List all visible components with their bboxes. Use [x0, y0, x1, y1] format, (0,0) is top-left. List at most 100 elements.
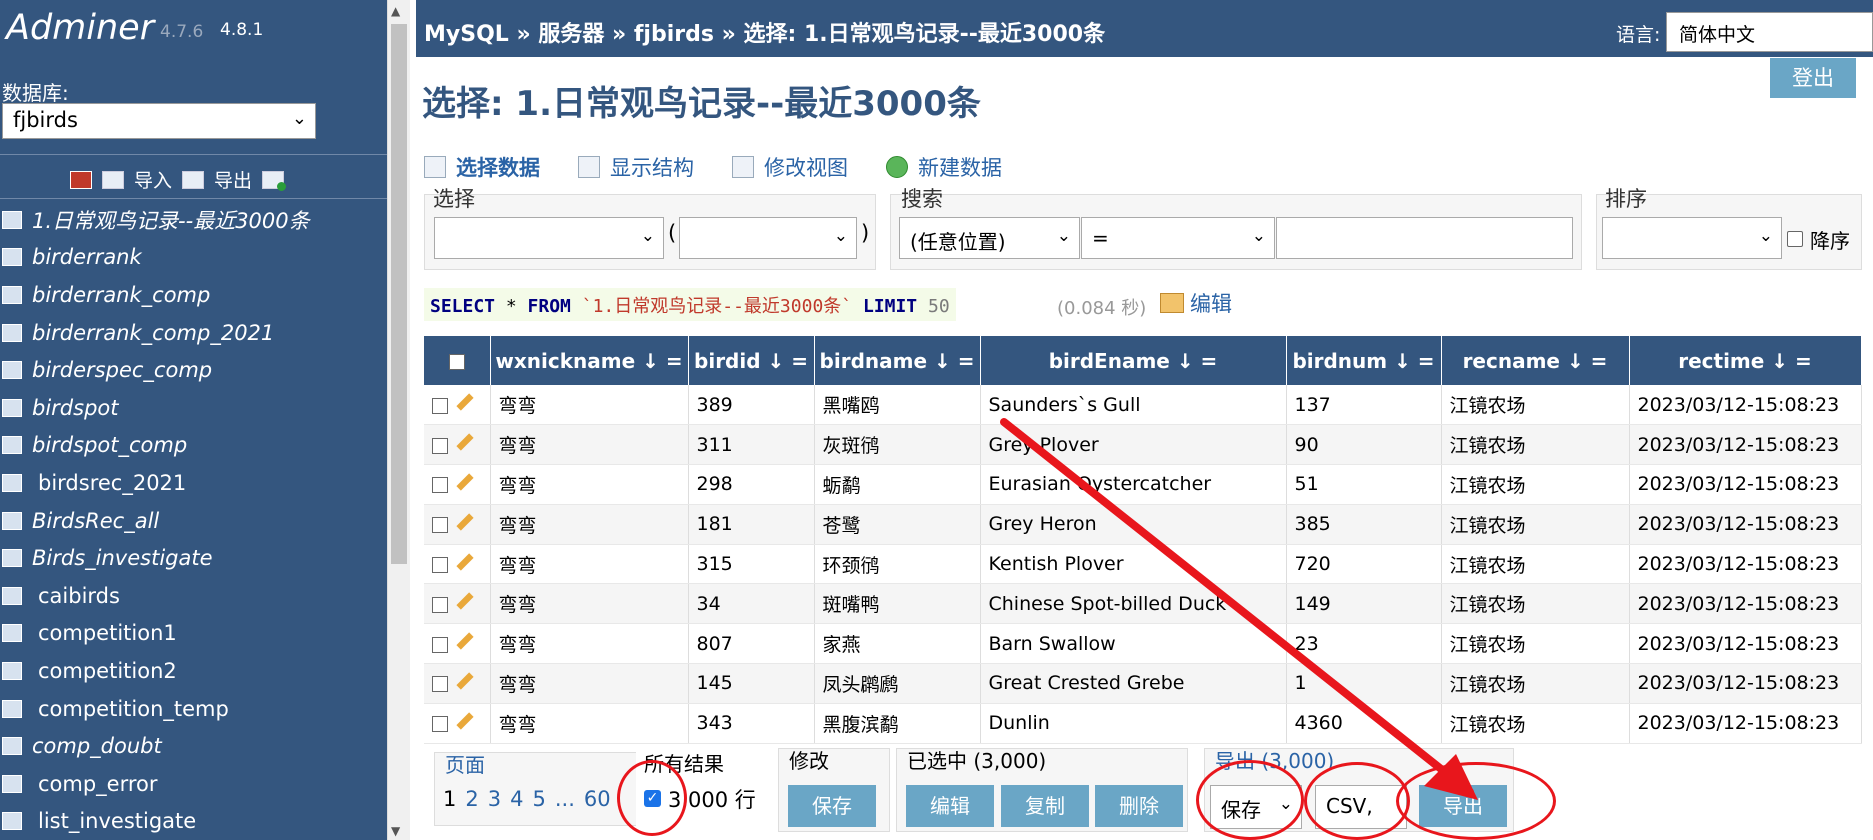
row-checkbox[interactable]	[432, 557, 448, 574]
table-name[interactable]: birderrank	[32, 245, 142, 269]
edit-selected-button[interactable]: 编辑	[906, 785, 994, 827]
table-icon[interactable]	[2, 285, 22, 304]
table-icon[interactable]	[2, 473, 22, 492]
sidebar-table-item[interactable]: competition1	[0, 615, 385, 653]
sidebar-table-item[interactable]: competition2	[0, 652, 385, 690]
scroll-down-icon[interactable]: ▼	[391, 824, 400, 838]
sidebar-table-item[interactable]: competition_temp	[0, 690, 385, 728]
table-icon[interactable]	[2, 210, 22, 229]
breadcrumb[interactable]: MySQL » 服务器 » fjbirds » 选择: 1.日常观鸟记录--最近…	[424, 16, 1105, 48]
import-link[interactable]: 导入	[134, 166, 172, 193]
table-icon[interactable]	[2, 661, 22, 680]
page-legend[interactable]: 页面	[443, 749, 487, 778]
sidebar-table-item[interactable]: Birds_investigate	[0, 539, 385, 577]
new-item-link[interactable]: 新建数据	[886, 152, 1002, 182]
page-link[interactable]: 60	[584, 787, 611, 811]
create-table-icon[interactable]	[262, 170, 287, 191]
search-column-select[interactable]: (任意位置) ⌄	[899, 217, 1080, 259]
sort-legend[interactable]: 排序	[1605, 183, 1647, 213]
search-value-input[interactable]	[1276, 217, 1573, 259]
scrollbar-thumb[interactable]	[391, 24, 407, 564]
table-name[interactable]: list_investigate	[38, 809, 196, 833]
select-function[interactable]: ⌄	[434, 217, 664, 259]
table-icon[interactable]	[2, 549, 22, 568]
table-name[interactable]: competition1	[38, 621, 177, 645]
scroll-up-icon[interactable]: ▲	[391, 4, 400, 18]
export-link[interactable]: 导出	[214, 166, 252, 193]
table-icon[interactable]	[2, 774, 22, 793]
alter-view-link[interactable]: 修改视图	[732, 152, 848, 182]
row-checkbox[interactable]	[432, 437, 448, 454]
save-button[interactable]: 保存	[788, 785, 876, 827]
row-checkbox[interactable]	[432, 477, 448, 494]
clone-selected-button[interactable]: 复制	[1001, 785, 1089, 827]
sql-command-icon[interactable]	[70, 170, 92, 189]
sidebar-table-item[interactable]: birdspot_comp	[0, 427, 385, 465]
edit-pencil-icon[interactable]	[456, 632, 474, 650]
row-checkbox[interactable]	[432, 596, 448, 613]
column-header[interactable]: birdid ↓ =	[688, 336, 815, 385]
edit-pencil-icon[interactable]	[456, 712, 474, 730]
table-name[interactable]: comp_doubt	[32, 734, 162, 758]
database-select[interactable]: fjbirds ⌄	[2, 103, 316, 139]
sidebar-table-item[interactable]: list_investigate	[0, 803, 385, 840]
table-name[interactable]: birderrank_comp	[32, 283, 210, 307]
sidebar-table-item[interactable]: comp_error	[0, 765, 385, 803]
table-name[interactable]: Birds_investigate	[32, 546, 213, 570]
sidebar-table-item[interactable]: caibirds	[0, 577, 385, 615]
sidebar-table-item[interactable]: birderrank_comp_2021	[0, 314, 385, 352]
table-icon[interactable]	[2, 586, 22, 605]
table-icon[interactable]	[2, 511, 22, 530]
table-icon[interactable]	[2, 436, 22, 455]
row-checkbox[interactable]	[432, 517, 448, 534]
version-new[interactable]: 4.8.1	[220, 20, 263, 40]
column-header[interactable]: wxnickname ↓ =	[490, 336, 689, 385]
table-name[interactable]: birderrank_comp_2021	[32, 321, 274, 345]
edit-pencil-icon[interactable]	[456, 592, 474, 610]
table-name[interactable]: competition2	[38, 659, 177, 683]
sidebar-table-item[interactable]: BirdsRec_all	[0, 502, 385, 540]
edit-pencil-icon[interactable]	[456, 473, 474, 491]
column-header[interactable]: birdnum ↓ =	[1286, 336, 1442, 385]
table-icon[interactable]	[2, 624, 22, 643]
table-name[interactable]: birdspot_comp	[32, 433, 187, 457]
show-structure-link[interactable]: 显示结构	[578, 152, 694, 182]
select-all-checkbox[interactable]	[448, 354, 465, 370]
adminer-logo[interactable]: Adminer	[6, 8, 154, 48]
page-link[interactable]: 2	[465, 787, 478, 811]
edit-pencil-icon[interactable]	[456, 672, 474, 690]
table-icon[interactable]	[2, 248, 22, 267]
sidebar-table-item[interactable]: birderspec_comp	[0, 351, 385, 389]
logout-button[interactable]: 登出	[1770, 58, 1856, 98]
edit-pencil-icon[interactable]	[456, 433, 474, 451]
sidebar-table-item[interactable]: birderrank	[0, 239, 385, 277]
delete-selected-button[interactable]: 删除	[1095, 785, 1183, 827]
table-icon[interactable]	[2, 323, 22, 342]
table-name[interactable]: birdsrec_2021	[38, 471, 186, 495]
sidebar-table-item[interactable]: birdspot	[0, 389, 385, 427]
table-icon[interactable]	[2, 737, 22, 756]
language-select[interactable]: 简体中文	[1666, 12, 1873, 52]
select-column[interactable]: ⌄	[679, 217, 857, 259]
row-checkbox[interactable]	[432, 676, 448, 693]
sidebar-table-item[interactable]: comp_doubt	[0, 727, 385, 765]
select-legend[interactable]: 选择	[433, 183, 475, 213]
table-name[interactable]: caibirds	[38, 584, 120, 608]
column-header[interactable]: birdEname ↓ =	[980, 336, 1287, 385]
page-link[interactable]: 3	[488, 787, 501, 811]
sort-column-select[interactable]: ⌄	[1602, 217, 1782, 259]
table-icon[interactable]	[2, 812, 22, 831]
sidebar-table-item[interactable]: birderrank_comp	[0, 276, 385, 314]
column-header[interactable]: birdname ↓ =	[814, 336, 981, 385]
table-icon[interactable]	[2, 398, 22, 417]
table-name[interactable]: birderspec_comp	[32, 358, 212, 382]
column-header[interactable]: recname ↓ =	[1441, 336, 1630, 385]
edit-pencil-icon[interactable]	[456, 513, 474, 531]
descending-checkbox[interactable]	[1787, 231, 1803, 247]
sidebar-table-item[interactable]: 1.日常观鸟记录--最近3000条	[0, 201, 385, 239]
table-name[interactable]: competition_temp	[38, 697, 229, 721]
page-link[interactable]: 4	[510, 787, 523, 811]
edit-pencil-icon[interactable]	[456, 393, 474, 411]
search-operator-select[interactable]: = ⌄	[1081, 217, 1275, 259]
column-header[interactable]: rectime ↓ =	[1629, 336, 1862, 385]
